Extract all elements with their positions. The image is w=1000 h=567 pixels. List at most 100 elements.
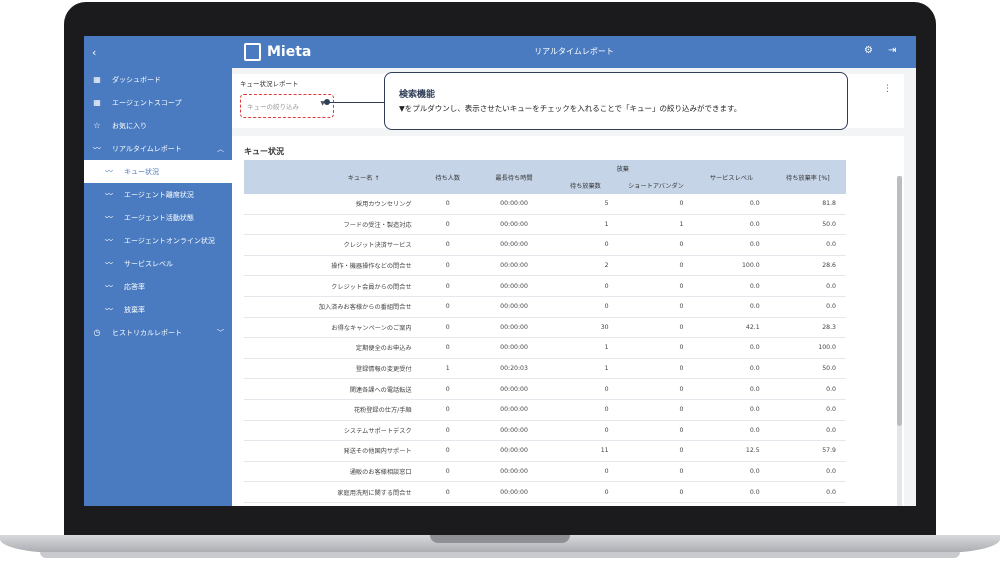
sort-arrow-icon[interactable]: ↑: [372, 175, 379, 182]
table-cell: 0.0: [769, 234, 846, 256]
table-cell: 0: [552, 399, 619, 421]
table-cell: 操作・機器操作などの問合せ: [244, 255, 420, 277]
callout-connector: [328, 102, 386, 103]
table-cell: 2: [552, 255, 619, 277]
sidebar-item-2[interactable]: ☆ お気に入り: [84, 114, 232, 137]
table-cell: 定期便全のお申込み: [244, 337, 420, 359]
table-cell: 0.0: [693, 296, 770, 318]
table-cell: 0: [419, 275, 476, 297]
table-cell: 28.6: [769, 255, 846, 277]
table-cell: 0: [618, 481, 694, 503]
table-cell: 00:00:00: [475, 194, 553, 215]
table-cell: 家庭用洗剤に関する問合せ: [244, 481, 420, 503]
table-cell: 0: [419, 378, 476, 400]
col-service-level[interactable]: サービスレベル: [693, 160, 770, 194]
table-cell: 0: [552, 502, 619, 506]
table-cell: 00:00:00: [475, 378, 553, 400]
laptop-notch: [430, 535, 570, 543]
table-cell: 0: [419, 502, 476, 506]
chevron-up-icon[interactable]: ︿: [217, 144, 224, 154]
sidebar-item-label: ヒストリカルレポート: [112, 328, 182, 337]
gear-icon[interactable]: ⚙: [864, 45, 873, 56]
scrollbar-thumb[interactable]: [897, 176, 902, 426]
sidebar-item-0[interactable]: ▦ ダッシュボード: [84, 68, 232, 91]
col-abandon-rate[interactable]: 待ち放棄率 [%]: [769, 160, 846, 194]
col-short-abandon[interactable]: ショートアバンダン: [618, 177, 694, 194]
chart-icon: 〰: [105, 259, 113, 268]
table-cell: 12.5: [693, 440, 770, 462]
sidebar-item-11[interactable]: ◷ ヒストリカルレポート ﹀: [84, 321, 232, 344]
table-row: 花粉登録の仕方/手順 0 00:00:00 0 0 0.0 0.0: [244, 399, 846, 421]
more-options-icon[interactable]: ⋮: [883, 84, 892, 94]
sidebar-item-3[interactable]: 〰 リアルタイムレポート ︿: [84, 137, 232, 160]
table-cell: 0.0: [693, 481, 770, 503]
table-cell: 0.0: [769, 378, 846, 400]
table-cell: 1: [552, 358, 619, 380]
table-cell: 0: [419, 337, 476, 359]
table-cell: 0: [419, 461, 476, 483]
chart-icon: 〰: [105, 167, 113, 176]
table-cell: 81.8: [769, 194, 846, 215]
sidebar-item-6[interactable]: 〰 エージェント活動状態: [84, 206, 232, 229]
sidebar-item-label: エージェントスコープ: [112, 98, 182, 107]
col-waiting[interactable]: 待ち人数: [419, 160, 476, 194]
table-cell: 0: [618, 234, 694, 256]
table-row: クレジット決済サービス 0 00:00:00 0 0 0.0 0.0: [244, 234, 846, 256]
table-row: 通販のお客様相談窓口 0 00:00:00 0 0 0.0 0.0: [244, 461, 846, 483]
table-cell: 00:00:00: [475, 234, 553, 256]
sidebar-item-label: エージェント離席状況: [124, 190, 194, 199]
table-cell: 0.0: [693, 502, 770, 506]
scrollbar[interactable]: [897, 176, 902, 506]
table-cell: 関連各課への電話転送: [244, 378, 420, 400]
col-abandon-count[interactable]: 待ち放棄数: [552, 177, 619, 194]
table-row: お得なキャンペーンのご案内 0 00:00:00 30 0 42.1 28.3: [244, 317, 846, 339]
callout-title: 検索機能: [399, 90, 436, 100]
table-cell: 5: [552, 194, 619, 215]
table-cell: 0: [618, 275, 694, 297]
col-queue-name[interactable]: キュー名 ↑: [244, 160, 420, 194]
logout-icon[interactable]: ⇥: [888, 45, 896, 56]
sidebar-item-label: ダッシュボード: [112, 75, 161, 84]
table-cell: 0: [419, 420, 476, 442]
queue-status-table: キュー名 ↑ 待ち人数 最長待ち時間 放棄 サービスレベル 待ち放棄率 [%] …: [244, 160, 846, 506]
sidebar-item-7[interactable]: 〰 エージェントオンライン状況: [84, 229, 232, 252]
table-body: 採用カウンセリング 0 00:00:00 5 0 0.0 81.8 フードの受注・製造対応 0 0…: [244, 194, 846, 506]
table-cell: 0.0: [693, 399, 770, 421]
table-cell: 00:00:00: [475, 214, 553, 236]
table-cell: 0.0: [769, 420, 846, 442]
table-cell: 1: [419, 358, 476, 380]
sidebar-item-1[interactable]: ▦ エージェントスコープ: [84, 91, 232, 114]
sidebar-collapse-button[interactable]: ‹: [84, 36, 232, 68]
chart-icon: 〰: [93, 144, 101, 153]
table-cell: 0.0: [769, 481, 846, 503]
sidebar-item-label: キュー状況: [124, 167, 159, 176]
app-screen: ‹ ▦ ダッシュボード ▦ エージェントスコープ ☆ お気に入り〰リアルタイムレポート ︿ 〰…: [84, 36, 916, 506]
table-cell: セブン新規約: [244, 502, 420, 506]
sidebar-item-9[interactable]: 〰 応答率: [84, 275, 232, 298]
sidebar-item-5[interactable]: 〰 エージェント離席状況: [84, 183, 232, 206]
table-cell: 0: [552, 296, 619, 318]
sidebar-item-4[interactable]: 〰 キュー状況: [84, 160, 232, 183]
laptop-shadow: [40, 552, 960, 558]
table-cell: 1: [618, 214, 694, 236]
queue-filter-select[interactable]: キューの絞り込み ▼: [240, 94, 334, 118]
sidebar-item-label: リアルタイムレポート: [112, 144, 182, 153]
table-row: 操作・機器操作などの問合せ 0 00:00:00 2 0 100.0 28.6: [244, 255, 846, 277]
table-cell: 00:20:03: [475, 358, 553, 380]
sidebar-item-label: エージェント活動状態: [124, 213, 194, 222]
table-cell: 100.0: [769, 337, 846, 359]
table-cell: 0: [419, 440, 476, 462]
chart-icon: 〰: [105, 305, 113, 314]
topbar: Mieta リアルタイムレポート ⚙ ⇥: [232, 36, 916, 68]
table-cell: 00:00:00: [475, 440, 553, 462]
table-cell: 0.0: [693, 194, 770, 215]
col-longest-wait[interactable]: 最長待ち時間: [475, 160, 553, 194]
sidebar-item-8[interactable]: 〰 サービスレベル: [84, 252, 232, 275]
table-cell: 0: [552, 481, 619, 503]
sidebar-item-10[interactable]: 〰 放棄率: [84, 298, 232, 321]
queue-filter-placeholder: キューの絞り込み: [247, 103, 299, 111]
chevron-down-icon[interactable]: ﹀: [217, 328, 224, 338]
table-cell: 0: [419, 317, 476, 339]
table-cell: 採用カウンセリング: [244, 194, 420, 215]
table-cell: 0.0: [769, 399, 846, 421]
